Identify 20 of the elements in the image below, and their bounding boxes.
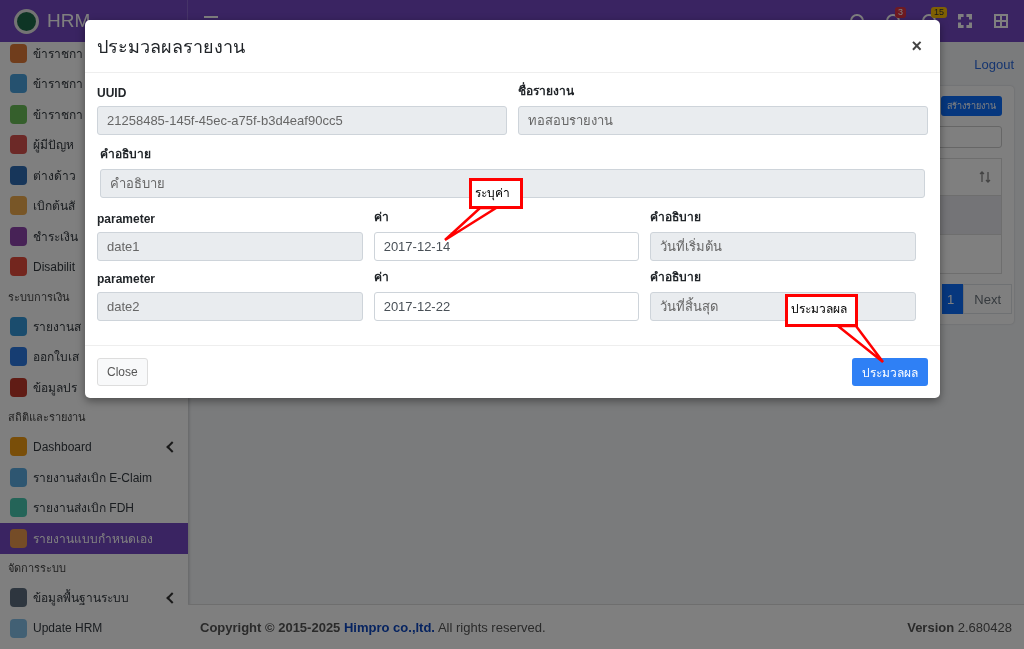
field-label: คำอธิบาย xyxy=(650,209,703,226)
count-badge: 3 xyxy=(895,7,906,18)
field-label: คำอธิบาย xyxy=(650,269,703,286)
field-label: UUID xyxy=(97,85,128,100)
section-label: จัดการระบบ xyxy=(7,561,66,576)
callout-tooltip: ระบุค่า xyxy=(469,178,523,209)
field-label: ค่า xyxy=(373,269,390,286)
field-label: parameter xyxy=(97,271,157,286)
version-text: Version 2.680428 xyxy=(907,619,1012,635)
modal-title: ประมวลผลรายงาน xyxy=(97,35,245,59)
field-label: ค่า xyxy=(373,209,390,226)
section-label: สถิติและรายงาน xyxy=(7,410,86,425)
count-badge: 15 xyxy=(931,7,947,18)
field-label: parameter xyxy=(97,211,157,226)
field-label: คำอธิบาย xyxy=(100,146,152,163)
section-label: ระบบการเงิน xyxy=(7,289,70,305)
field-label: ชื่อรายงาน xyxy=(518,83,575,100)
copyright-text: Copyright © 2015-2025 xyxy=(200,619,341,635)
callout-tooltip: ประมวลผล xyxy=(785,294,858,327)
rights-text: All rights reserved. xyxy=(437,619,546,635)
